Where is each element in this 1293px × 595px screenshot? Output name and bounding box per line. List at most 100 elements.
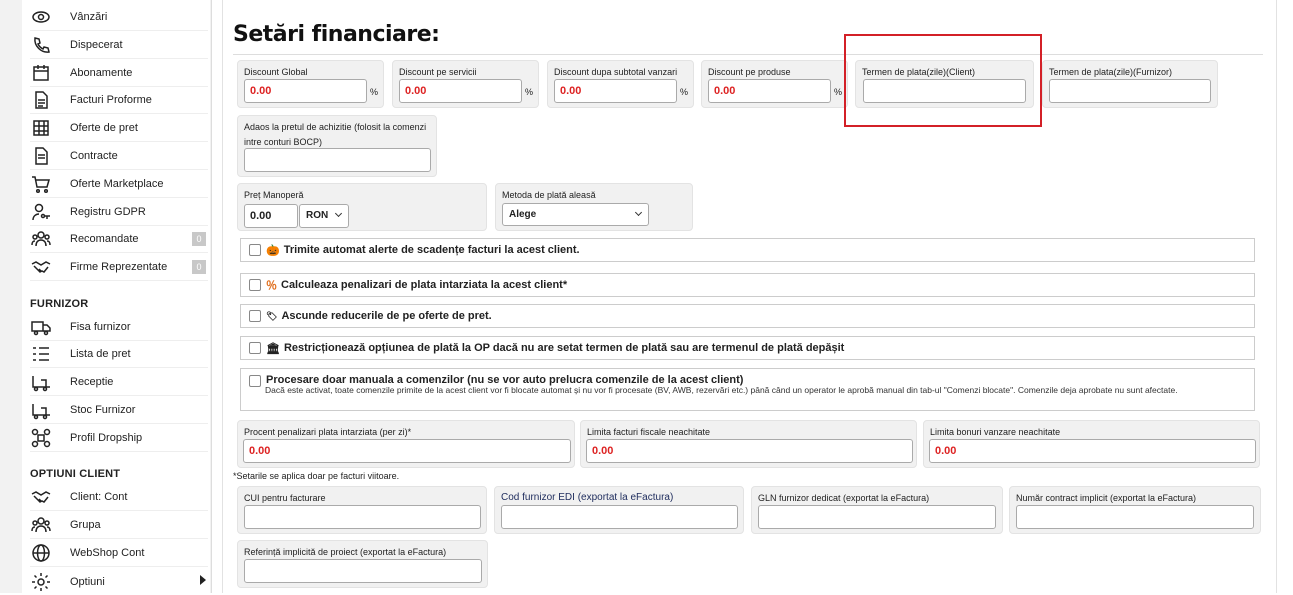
sidebar-item-label: Contracte — [70, 150, 118, 162]
sidebar-item-contracte[interactable]: Contracte — [30, 143, 208, 170]
sidebar-item-recomandate[interactable]: Recomandate 0 — [30, 226, 208, 253]
sidebar-item-fisa-furnizor[interactable]: Fisa furnizor — [30, 314, 208, 341]
gear-icon — [30, 572, 52, 592]
penalizari-checkbox[interactable] — [249, 279, 261, 291]
gln-furnizor-group: GLN furnizor dedicat (exportat la eFactu… — [751, 486, 1003, 534]
drone-icon — [30, 428, 52, 448]
sidebar-item-dispecerat[interactable]: Dispecerat — [30, 32, 208, 59]
restrictie-op-checkbox[interactable] — [249, 342, 261, 354]
payment-method-group: Metoda de plată aleasă Alege — [495, 183, 693, 231]
restrictie-op-row: 🏛 Restricționează opțiunea de plată la O… — [240, 336, 1255, 360]
checkbox-label: Calculeaza penalizari de plata intarziat… — [281, 279, 568, 291]
list-icon — [30, 344, 52, 364]
checkbox-label: Ascunde reducerile de pe oferte de pret. — [281, 310, 492, 322]
truck-icon — [30, 317, 52, 337]
sidebar-item-label: Firme Reprezentate — [70, 261, 168, 273]
percent-unit: % — [370, 87, 379, 97]
procent-penalizari-input[interactable]: 0.00 — [243, 439, 571, 463]
manopera-input[interactable]: 0.00 — [244, 204, 298, 228]
cart-icon — [30, 174, 52, 194]
group-icon — [30, 229, 52, 249]
grid-icon — [30, 118, 52, 138]
eye-icon — [30, 7, 52, 27]
sidebar-item-label: Grupa — [70, 519, 101, 531]
discount-global-input[interactable]: 0.00 — [244, 79, 367, 103]
sidebar-item-label: Dispecerat — [70, 39, 123, 51]
sidebar-item-vanzari[interactable]: Vânzări — [30, 4, 208, 31]
payment-method-select[interactable]: Alege — [502, 203, 649, 226]
percent-unit: % — [834, 87, 843, 97]
pumpkin-icon: 🎃 — [266, 244, 280, 257]
right-gutter — [1278, 0, 1293, 593]
sidebar-item-label: Optiuni — [70, 575, 105, 588]
tag-icon: 🏷 — [266, 310, 278, 321]
numar-contract-input[interactable] — [1016, 505, 1254, 529]
sidebar-item-label: Client: Cont — [70, 491, 128, 503]
sidebar-item-firme-reprezentate[interactable]: Firme Reprezentate 0 — [30, 254, 208, 281]
forklift-icon — [30, 400, 52, 420]
discount-produse-group: Discount pe produse 0.00 % — [701, 60, 848, 108]
sidebar-item-label: Registru GDPR — [70, 206, 146, 218]
sidebar-item-facturi-proforme[interactable]: Facturi Proforme — [30, 87, 208, 114]
limita-facturi-input[interactable]: 0.00 — [586, 439, 913, 463]
sidebar-item-label: Oferte Marketplace — [70, 178, 164, 190]
percent-icon: ％ — [266, 280, 277, 292]
section-heading-optiuni-client: OPTIUNI CLIENT — [30, 468, 121, 480]
sidebar-item-stoc-furnizor[interactable]: Stoc Furnizor — [30, 397, 208, 424]
field-label: Cod furnizor EDI (exportat la eFactura) — [501, 492, 674, 503]
chevron-down-icon — [634, 208, 643, 217]
sidebar-item-lista-de-pret[interactable]: Lista de pret — [30, 341, 208, 368]
limita-bonuri-input[interactable]: 0.00 — [929, 439, 1256, 463]
handshake-icon — [30, 487, 52, 507]
adaos-group: Adaos la pretul de achizitie (folosit la… — [237, 115, 437, 177]
sidebar-item-optiuni[interactable]: Optiuni — [30, 568, 208, 595]
gln-furnizor-input[interactable] — [758, 505, 996, 529]
discount-subtotal-input[interactable]: 0.00 — [554, 79, 677, 103]
title-divider — [233, 54, 1263, 55]
referinta-proiect-input[interactable] — [244, 559, 482, 583]
sidebar-item-label: Fisa furnizor — [70, 321, 131, 333]
sidebar-item-label: WebShop Cont — [70, 547, 145, 559]
alerte-scadente-checkbox[interactable] — [249, 244, 261, 256]
sidebar-item-abonamente[interactable]: Abonamente — [30, 60, 208, 87]
discount-servicii-group: Discount pe servicii 0.00 % — [392, 60, 539, 108]
chevron-right-icon — [200, 575, 206, 585]
cod-edi-group: Cod furnizor EDI (exportat la eFactura) — [494, 486, 744, 534]
globe-icon — [30, 543, 52, 563]
adaos-input[interactable] — [244, 148, 431, 172]
procesare-manuala-checkbox[interactable] — [249, 375, 261, 387]
field-label: Discount pe produse — [708, 67, 791, 77]
field-label: CUI pentru facturare — [244, 493, 326, 503]
termen-furnizor-group: Termen de plata(zile)(Furnizor) — [1042, 60, 1218, 108]
page-title: Setări financiare: — [233, 22, 440, 47]
sidebar-item-grupa[interactable]: Grupa — [30, 512, 208, 539]
currency-select[interactable]: RON — [299, 204, 349, 228]
field-label: Discount dupa subtotal vanzari — [554, 67, 678, 77]
penalizari-row: ％ Calculeaza penalizari de plata intarzi… — [240, 273, 1255, 297]
discount-servicii-input[interactable]: 0.00 — [399, 79, 522, 103]
cui-facturare-input[interactable] — [244, 505, 481, 529]
payment-method-value: Alege — [509, 209, 537, 220]
sidebar-item-label: Stoc Furnizor — [70, 404, 136, 416]
termen-furnizor-input[interactable] — [1049, 79, 1211, 103]
discount-produse-input[interactable]: 0.00 — [708, 79, 831, 103]
handshake-icon — [30, 257, 52, 277]
highlight-box — [844, 34, 1042, 127]
sidebar-item-client-cont[interactable]: Client: Cont — [30, 484, 208, 511]
cod-edi-input[interactable] — [501, 505, 738, 529]
limita-bonuri-group: Limita bonuri vanzare neachitate 0.00 — [923, 420, 1260, 468]
sidebar-item-label: Oferte de pret — [70, 122, 138, 134]
sidebar-item-registru-gdpr[interactable]: Registru GDPR — [30, 199, 208, 226]
referinta-proiect-group: Referință implicită de proiect (exportat… — [237, 540, 488, 588]
field-label: Limita bonuri vanzare neachitate — [930, 427, 1061, 437]
sidebar-item-oferte-marketplace[interactable]: Oferte Marketplace — [30, 171, 208, 198]
sidebar-item-receptie[interactable]: Receptie — [30, 369, 208, 396]
sidebar-item-profil-dropship[interactable]: Profil Dropship — [30, 425, 208, 452]
sidebar: Vânzări Dispecerat Abonamente Facturi Pr… — [0, 0, 212, 593]
user-key-icon — [30, 202, 52, 222]
sidebar-item-oferte-de-pret[interactable]: Oferte de pret — [30, 115, 208, 142]
ascunde-reduceri-checkbox[interactable] — [249, 310, 261, 322]
field-label: Discount Global — [244, 67, 308, 77]
manopera-group: Preț Manoperă 0.00 RON — [237, 183, 487, 231]
sidebar-item-webshop-cont[interactable]: WebShop Cont — [30, 540, 208, 567]
